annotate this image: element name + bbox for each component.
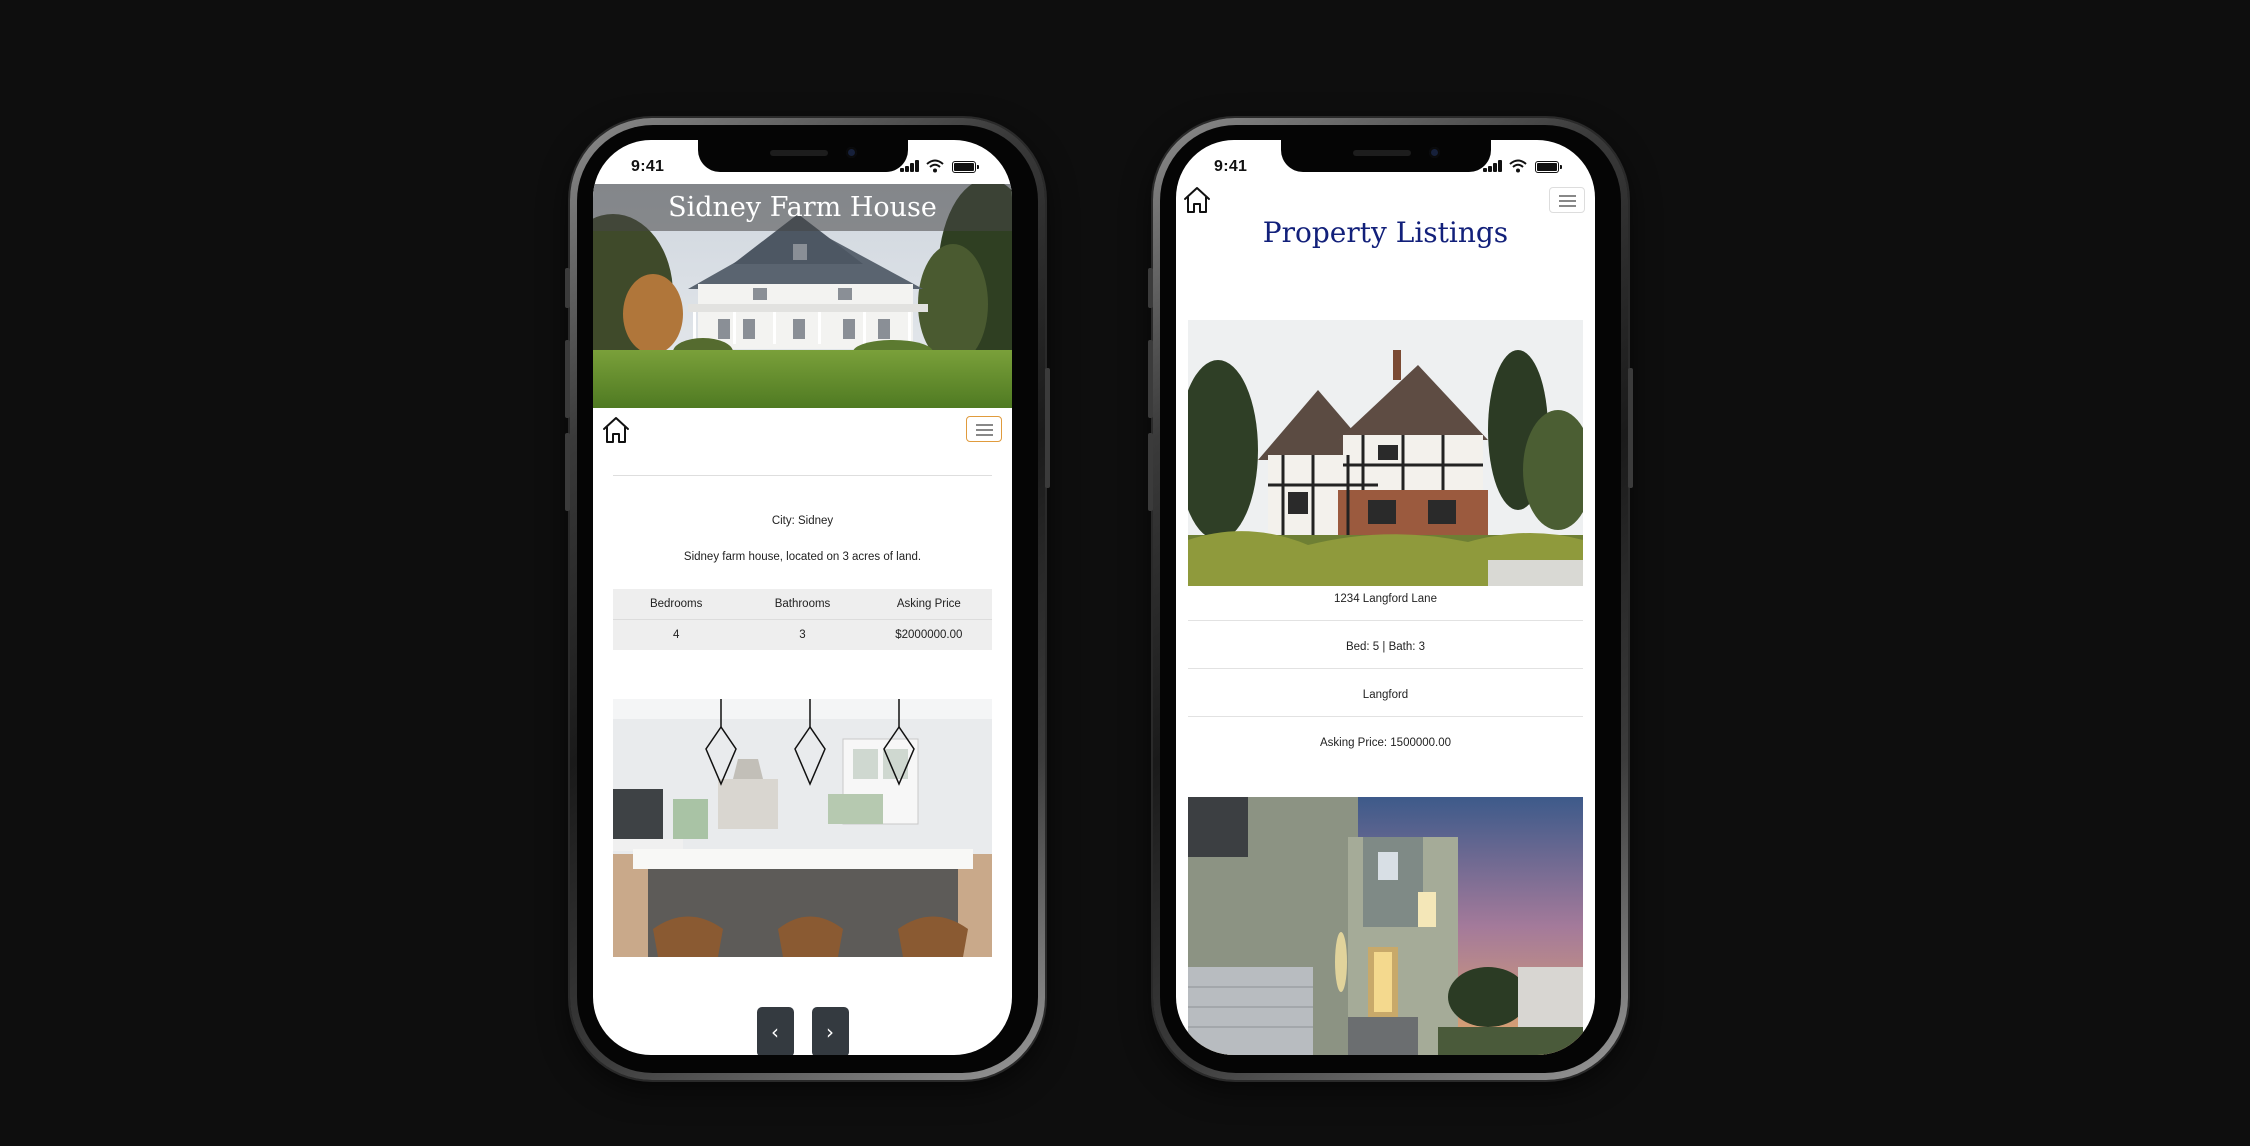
navbar <box>593 408 1012 458</box>
gallery-image <box>613 699 992 957</box>
hamburger-menu-icon[interactable] <box>966 416 1002 442</box>
table-cell-price: $2000000.00 <box>895 629 963 641</box>
table-cell-bedrooms: 4 <box>672 629 680 641</box>
volume-up-button <box>1148 340 1153 418</box>
wifi-icon <box>1509 159 1527 173</box>
phone-frame-listings: 9:41 Property Listings 1234 Langford Lan… <box>1148 118 1633 1080</box>
listing-image[interactable] <box>1188 320 1583 586</box>
power-button <box>1628 368 1633 488</box>
hero-image: Sidney Farm House <box>593 184 1012 408</box>
status-time: 9:41 <box>1214 158 1248 175</box>
listing-address[interactable]: 1234 Langford Lane <box>1176 593 1595 605</box>
next-image-button[interactable]: › <box>811 1007 849 1055</box>
power-button <box>1045 368 1050 488</box>
image-pager: ‹ › <box>593 1007 1012 1055</box>
status-time: 9:41 <box>631 158 665 175</box>
table-cell-bathrooms: 3 <box>799 629 806 641</box>
table-header-bedrooms: Bedrooms <box>649 598 703 610</box>
home-icon[interactable] <box>601 415 631 445</box>
battery-icon <box>952 161 979 173</box>
battery-icon <box>1535 161 1562 173</box>
city-text: City: Sidney <box>771 515 834 527</box>
divider <box>1188 668 1583 669</box>
volume-down-button <box>1148 433 1153 511</box>
mute-switch <box>565 268 570 308</box>
table-row: 4 3 $2000000.00 <box>613 620 992 650</box>
listing-city: Langford <box>1362 689 1409 701</box>
description-text: Sidney farm house, located on 3 acres of… <box>683 551 922 563</box>
detail-screen: 9:41 Sidney Farm House City: Sidney Sidn… <box>593 140 1012 1055</box>
table-header-bathrooms: Bathrooms <box>774 598 831 610</box>
property-table: Bedrooms Bathrooms Asking Price 4 3 $200… <box>613 589 992 650</box>
phone-frame-detail: 9:41 Sidney Farm House City: Sidney Sidn… <box>565 118 1050 1080</box>
volume-up-button <box>565 340 570 418</box>
volume-down-button <box>565 433 570 511</box>
page-title: Property Listings <box>1262 216 1509 249</box>
mute-switch <box>1148 268 1153 308</box>
wifi-icon <box>926 159 944 173</box>
notch <box>1280 140 1491 172</box>
prev-image-button[interactable]: ‹ <box>756 1007 794 1055</box>
listing-bed-bath: Bed: 5 | Bath: 3 <box>1345 641 1426 653</box>
divider <box>1188 620 1583 621</box>
home-icon[interactable] <box>1182 185 1212 215</box>
listing-image[interactable] <box>1188 797 1583 1055</box>
table-header-price: Asking Price <box>896 598 961 610</box>
divider <box>1188 716 1583 717</box>
listings-screen: 9:41 Property Listings 1234 Langford Lan… <box>1176 140 1595 1055</box>
divider <box>613 475 992 476</box>
property-title: Sidney Farm House <box>593 184 1012 231</box>
hamburger-menu-icon[interactable] <box>1549 187 1585 213</box>
listing-price: Asking Price: 1500000.00 <box>1319 737 1452 749</box>
notch <box>697 140 908 172</box>
table-header-row: Bedrooms Bathrooms Asking Price <box>613 589 992 620</box>
